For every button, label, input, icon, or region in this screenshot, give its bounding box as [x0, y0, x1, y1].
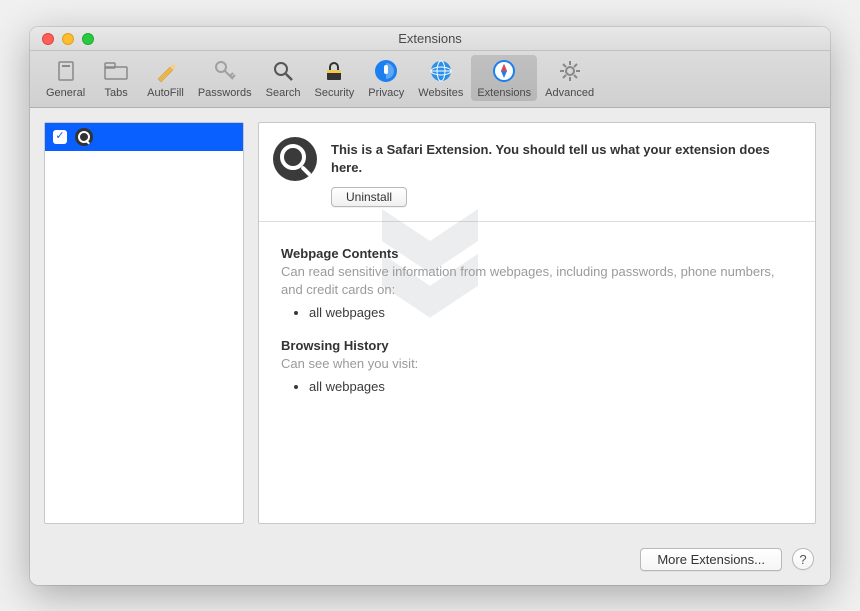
permission-desc: Can read sensitive information from webp… — [281, 263, 793, 299]
extension-large-icon — [273, 137, 317, 181]
traffic-lights — [42, 33, 94, 45]
minimize-icon[interactable] — [62, 33, 74, 45]
extension-row[interactable]: ✓ — [45, 123, 243, 151]
permissions-section: Webpage Contents Can read sensitive info… — [259, 222, 815, 437]
maximize-icon[interactable] — [82, 33, 94, 45]
extension-checkbox[interactable]: ✓ — [53, 130, 67, 144]
toolbar-item-advanced[interactable]: Advanced — [539, 55, 600, 101]
toolbar-item-security[interactable]: Security — [308, 55, 360, 101]
search-extension-icon — [75, 128, 93, 146]
toolbar-item-websites[interactable]: Websites — [412, 55, 469, 101]
permission-bullet: all webpages — [309, 305, 793, 320]
toolbar-label: Security — [314, 87, 354, 99]
permission-list: all webpages — [309, 305, 793, 320]
toolbar-label: General — [46, 87, 85, 99]
toolbar-item-extensions[interactable]: Extensions — [471, 55, 537, 101]
compass-icon — [490, 57, 518, 85]
autofill-icon — [151, 57, 179, 85]
toolbar-item-privacy[interactable]: Privacy — [362, 55, 410, 101]
general-icon — [52, 57, 80, 85]
toolbar-label: Search — [266, 87, 301, 99]
detail-header-text: This is a Safari Extension. You should t… — [331, 137, 797, 207]
detail-header: This is a Safari Extension. You should t… — [259, 123, 815, 222]
toolbar-item-autofill[interactable]: AutoFill — [141, 55, 190, 101]
toolbar-item-tabs[interactable]: Tabs — [93, 55, 139, 101]
toolbar-label: Passwords — [198, 87, 252, 99]
permission-list: all webpages — [309, 379, 793, 394]
privacy-icon — [372, 57, 400, 85]
more-extensions-button[interactable]: More Extensions... — [640, 548, 782, 571]
toolbar-item-passwords[interactable]: Passwords — [192, 55, 258, 101]
extension-detail-panel: This is a Safari Extension. You should t… — [258, 122, 816, 524]
uninstall-button[interactable]: Uninstall — [331, 187, 407, 207]
titlebar: Extensions — [30, 27, 830, 51]
help-button[interactable]: ? — [792, 548, 814, 570]
key-icon — [211, 57, 239, 85]
toolbar-label: Tabs — [105, 87, 128, 99]
permission-title: Browsing History — [281, 338, 793, 353]
tabs-icon — [102, 57, 130, 85]
close-icon[interactable] — [42, 33, 54, 45]
preferences-window: Extensions General Tabs AutoFill Passw — [30, 27, 830, 585]
toolbar-label: AutoFill — [147, 87, 184, 99]
toolbar-item-search[interactable]: Search — [260, 55, 307, 101]
search-icon — [269, 57, 297, 85]
footer: More Extensions... ? — [30, 538, 830, 585]
extensions-list: ✓ — [44, 122, 244, 524]
toolbar-label: Extensions — [477, 87, 531, 99]
toolbar-item-general[interactable]: General — [40, 55, 91, 101]
permission-title: Webpage Contents — [281, 246, 793, 261]
extension-description: This is a Safari Extension. You should t… — [331, 141, 797, 177]
content-area: ✓ This is a Safari Extension. You should… — [30, 108, 830, 538]
permission-bullet: all webpages — [309, 379, 793, 394]
toolbar-label: Advanced — [545, 87, 594, 99]
toolbar-label: Websites — [418, 87, 463, 99]
gear-icon — [556, 57, 584, 85]
lock-icon — [320, 57, 348, 85]
toolbar-label: Privacy — [368, 87, 404, 99]
toolbar: General Tabs AutoFill Passwords Search — [30, 51, 830, 108]
globe-icon — [427, 57, 455, 85]
permission-desc: Can see when you visit: — [281, 355, 793, 373]
window-title: Extensions — [398, 31, 462, 46]
